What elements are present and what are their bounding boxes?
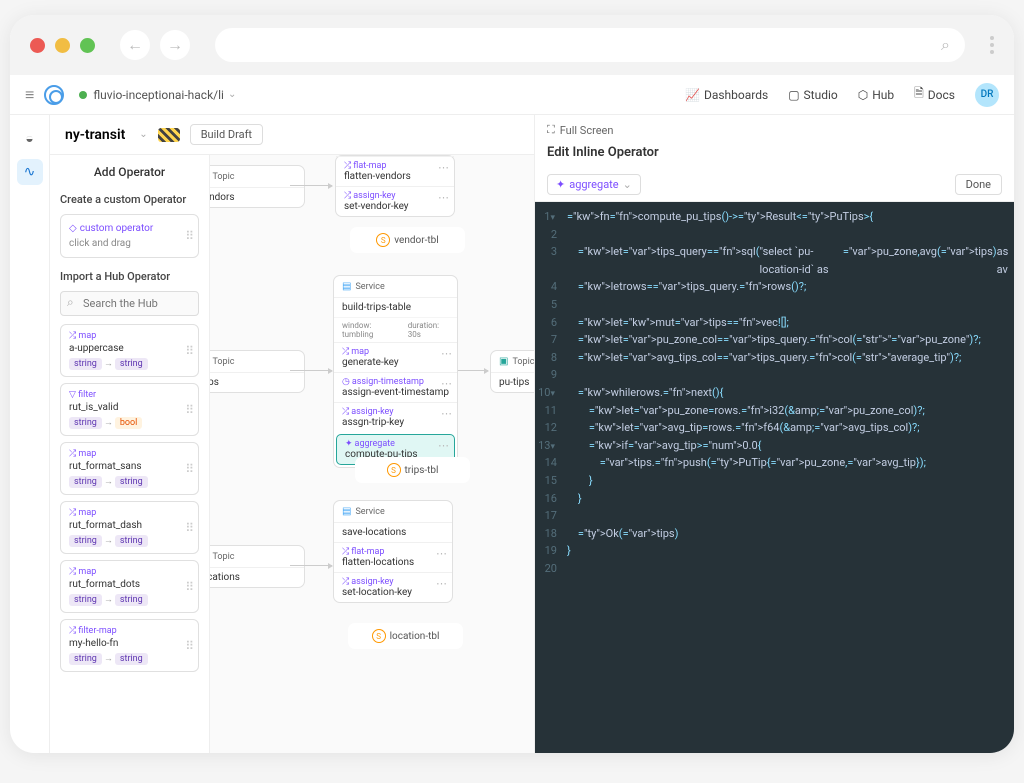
ellipsis-icon[interactable]: ⋯: [438, 191, 448, 204]
arrow-icon: [290, 565, 332, 566]
sink-location-tbl[interactable]: Slocation-tbl: [348, 623, 463, 649]
arrow-icon: [458, 370, 488, 371]
url-bar[interactable]: ⌕: [215, 28, 965, 62]
hub-search-input[interactable]: [60, 291, 199, 316]
app-header: ≡ fluvio-inceptionai-hack/li ⌄ 📈 Dashboa…: [10, 75, 1014, 115]
search-icon: ⌕: [941, 35, 950, 55]
topic-node-trips[interactable]: ▣Topic trips: [210, 350, 305, 393]
arrow-icon: [290, 185, 332, 186]
ellipsis-icon[interactable]: ⋯: [438, 161, 448, 174]
left-rail: ◒ ∿: [10, 115, 50, 753]
hub-operator-item[interactable]: ⤮ map rut_format_dash string→string ⠿: [60, 501, 199, 554]
window-close-icon[interactable]: [30, 38, 45, 53]
grip-icon: ⠿: [185, 521, 192, 535]
topic-node-pu-tips[interactable]: ▣Topic pu-tips: [490, 350, 534, 393]
avatar[interactable]: DR: [975, 83, 999, 107]
nav-studio[interactable]: ▢ Studio: [788, 88, 838, 102]
editor-title: Edit Inline Operator: [535, 145, 1014, 168]
service-icon: ▤: [342, 281, 351, 292]
ellipsis-icon[interactable]: ⋯: [441, 377, 451, 390]
window-minimize-icon[interactable]: [55, 38, 70, 53]
operator-sidebar: Add Operator Create a custom Operator ◇ …: [50, 155, 210, 753]
service-node-locations[interactable]: ▤Service save-locations ⤮ flat-mapflatte…: [333, 500, 453, 603]
hub-operator-item[interactable]: ⤮ map a-uppercase string→string ⠿: [60, 324, 199, 377]
grip-icon: ⠿: [185, 229, 192, 243]
custom-operator-item[interactable]: ◇ custom operator click and drag ⠿: [60, 214, 199, 258]
status-dot-icon: [79, 91, 87, 99]
draft-badge-icon: [158, 128, 180, 142]
code-editor[interactable]: 1▾="kw">fn ="fn">compute_pu_tips() -> ="…: [535, 202, 1014, 753]
chevron-down-icon[interactable]: ⌄: [139, 129, 147, 140]
diamond-icon: ◇: [69, 223, 77, 234]
kebab-menu-icon[interactable]: [990, 36, 994, 54]
chevron-down-icon[interactable]: ⌄: [228, 89, 236, 100]
hub-operator-item[interactable]: ▽ filter rut_is_valid string→bool ⠿: [60, 383, 199, 436]
nav-docs[interactable]: 🗎 Docs: [914, 84, 955, 105]
hub-operator-item[interactable]: ⤮ filter-map my-hello-fn string→string ⠿: [60, 619, 199, 672]
ellipsis-icon[interactable]: ⋯: [441, 407, 451, 420]
grip-icon: ⠿: [185, 403, 192, 417]
grip-icon: ⠿: [185, 580, 192, 594]
fullscreen-icon[interactable]: ⛶: [547, 123, 555, 137]
arrow-icon: [290, 370, 332, 371]
menu-icon[interactable]: ≡: [25, 85, 34, 105]
ellipsis-icon[interactable]: ⋯: [441, 347, 451, 360]
grip-icon: ⠿: [185, 462, 192, 476]
topic-icon: ▣: [499, 356, 508, 367]
grip-icon: ⠿: [185, 639, 192, 653]
grip-icon: ⠿: [185, 344, 192, 358]
browser-chrome: ← → ⌕: [10, 15, 1014, 75]
gauge-icon[interactable]: ◒: [17, 125, 43, 151]
nav-hub[interactable]: ⬡ Hub: [858, 88, 894, 102]
sink-vendor-tbl[interactable]: Svendor-tbl: [350, 227, 465, 253]
flow-icon[interactable]: ∿: [17, 159, 43, 185]
project-title: ny-transit: [65, 127, 125, 143]
service-node-trips[interactable]: ▤Service build-trips-table window: tumbl…: [333, 275, 458, 468]
fullscreen-label[interactable]: Full Screen: [560, 124, 614, 137]
service-icon: ▤: [342, 506, 351, 517]
nav-dashboards[interactable]: 📈 Dashboards: [685, 88, 768, 102]
hub-operator-item[interactable]: ⤮ map rut_format_dots string→string ⠿: [60, 560, 199, 613]
topic-node-locations[interactable]: ▣Topic locations: [210, 545, 305, 588]
flow-canvas[interactable]: ▣Topic vendors ▣Topic trips ▣Topic locat…: [210, 155, 534, 753]
forward-button[interactable]: →: [160, 30, 190, 60]
build-draft-button[interactable]: Build Draft: [190, 124, 263, 145]
aggregate-chip[interactable]: ✦ aggregate ⌄: [547, 174, 641, 195]
ellipsis-icon[interactable]: ⋯: [436, 577, 446, 590]
add-operator-title: Add Operator: [60, 165, 199, 187]
logo-icon[interactable]: [44, 85, 64, 105]
service-node-vendors[interactable]: ⤮ flat-mapflatten-vendors⋯ ⤮ assign-keys…: [335, 155, 455, 217]
window-maximize-icon[interactable]: [80, 38, 95, 53]
breadcrumb[interactable]: fluvio-inceptionai-hack/li: [93, 88, 224, 102]
hub-operator-item[interactable]: ⤮ map rut_format_sans string→string ⠿: [60, 442, 199, 495]
sink-trips-tbl[interactable]: Strips-tbl: [355, 457, 470, 483]
topic-node-vendors[interactable]: ▣Topic vendors: [210, 165, 305, 208]
back-button[interactable]: ←: [120, 30, 150, 60]
ellipsis-icon[interactable]: ⋯: [438, 439, 448, 452]
ellipsis-icon[interactable]: ⋯: [436, 547, 446, 560]
editor-pane: ⛶ Full Screen Edit Inline Operator ✦ agg…: [534, 115, 1014, 753]
done-button[interactable]: Done: [955, 174, 1002, 195]
create-operator-label: Create a custom Operator: [60, 193, 199, 206]
import-operator-label: Import a Hub Operator: [60, 270, 199, 283]
